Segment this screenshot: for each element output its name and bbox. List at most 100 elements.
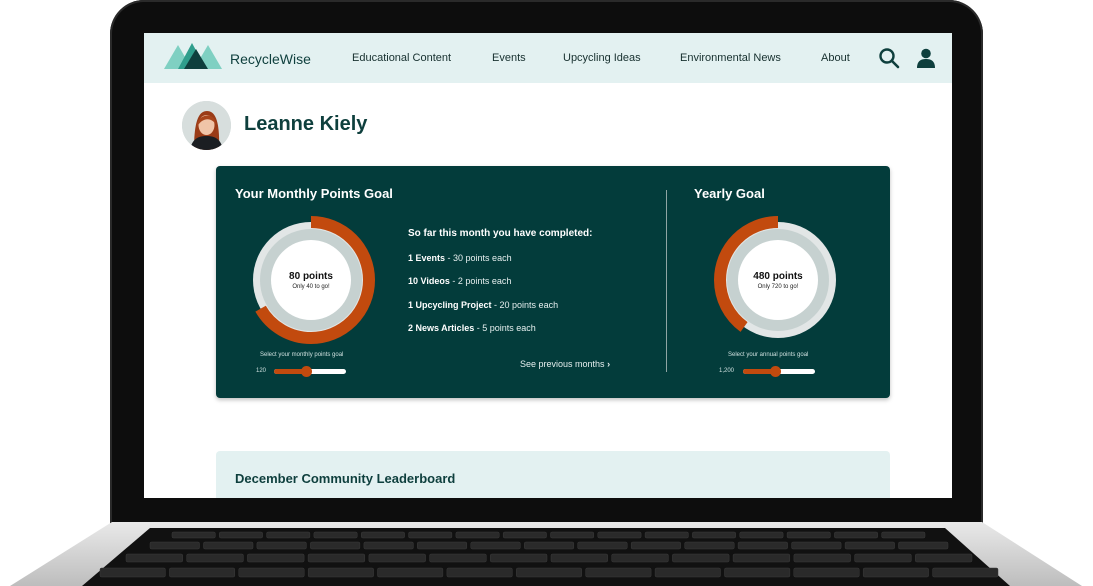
nav-environmental-news[interactable]: Environmental News [680, 52, 781, 64]
monthly-goal-slider[interactable] [274, 366, 346, 377]
keyboard-key [307, 567, 374, 578]
keyboard-key [739, 531, 784, 539]
avatar[interactable] [182, 101, 231, 150]
keyboard-key [834, 531, 878, 539]
panel-divider [666, 190, 667, 372]
keyboard-key [684, 541, 735, 550]
activity-detail: - 5 points each [474, 323, 536, 333]
activity-name: 2 News Articles [408, 323, 475, 333]
keyboard-key [524, 541, 575, 550]
keyboard-key [898, 541, 949, 550]
keyboard-key [203, 541, 254, 550]
keyboard-key [238, 567, 305, 578]
leaderboard-title: December Community Leaderboard [235, 471, 456, 486]
keyboard-key [724, 567, 791, 578]
keyboard-key [915, 553, 973, 563]
nav-upcycling-ideas[interactable]: Upcycling Ideas [563, 52, 641, 64]
laptop-screen: RecycleWise Educational Content Events U… [144, 33, 952, 498]
keyboard-key [516, 567, 582, 578]
see-previous-months-link[interactable]: See previous months › [520, 359, 610, 369]
search-icon[interactable] [878, 47, 900, 69]
activity-name: 1 Upcycling Project [408, 300, 492, 310]
keyboard-key [550, 531, 595, 539]
keyboard-key [577, 541, 628, 550]
keyboard-key [854, 553, 912, 563]
keyboard-key [630, 541, 681, 550]
keyboard-key [585, 567, 652, 578]
keyboard-key [186, 553, 244, 563]
activity-detail: - 20 points each [491, 300, 559, 310]
monthly-slider-thumb[interactable] [300, 366, 312, 377]
completed-title: So far this month you have completed: [408, 228, 593, 239]
activity-item: 1 Events - 30 points each [408, 253, 512, 263]
keyboard-key [169, 567, 236, 578]
keyboard-key [256, 541, 307, 550]
nav-educational-content[interactable]: Educational Content [352, 52, 451, 64]
keyboard-key [313, 531, 358, 539]
keyboard-key [654, 567, 721, 578]
user-icon[interactable] [915, 47, 937, 69]
keyboard-key [417, 541, 468, 550]
keyboard-key [597, 531, 642, 539]
keyboard-key [844, 541, 895, 550]
keyboard-key [862, 567, 929, 578]
brand-name[interactable]: RecycleWise [230, 51, 311, 67]
keyboard-key [932, 567, 999, 578]
previous-months-label: See previous months [520, 359, 605, 369]
keyboard-key [455, 531, 500, 539]
yearly-ring-label: 480 points Only 720 to go! [713, 215, 843, 345]
keyboard-key [219, 531, 263, 539]
keyboard-key [550, 553, 608, 563]
chevron-right-icon: › [607, 359, 611, 369]
laptop-keyboard [0, 522, 1093, 586]
yearly-slider-thumb[interactable] [769, 366, 781, 377]
keyboard-key [692, 531, 736, 539]
yearly-goal-title: Yearly Goal [694, 186, 765, 201]
keyboard-key [791, 541, 842, 550]
keyboard-key [363, 541, 414, 550]
keyboard-key [266, 531, 311, 539]
keyboard-key [672, 553, 730, 563]
monthly-points: 80 points [289, 270, 333, 282]
keyboard-key [793, 567, 860, 578]
activity-detail: - 2 points each [449, 276, 512, 286]
monthly-ring-label: 80 points Only 40 to go! [246, 215, 376, 345]
keyboard-key [310, 541, 361, 550]
activity-detail: - 30 points each [445, 253, 512, 263]
activity-item: 2 News Articles - 5 points each [408, 323, 536, 333]
keyboard-key [99, 567, 166, 578]
yearly-remaining: Only 720 to go! [757, 283, 799, 290]
monthly-goal-title: Your Monthly Points Goal [235, 186, 393, 201]
keyboard-key [247, 553, 305, 563]
keyboard-key [377, 567, 444, 578]
keyboard-key [171, 531, 216, 539]
keyboard-key [881, 531, 926, 539]
keyboard-key [429, 553, 487, 563]
top-navbar: RecycleWise Educational Content Events U… [144, 33, 952, 83]
keyboard-key [793, 553, 851, 563]
activity-item: 1 Upcycling Project - 20 points each [408, 300, 558, 310]
keyboard-key [368, 553, 426, 563]
keyboard-key [149, 541, 200, 550]
keyboard-key [361, 531, 405, 539]
monthly-slider-value: 120 [256, 368, 267, 374]
keyboard-key [125, 553, 183, 563]
keyboard-key [502, 531, 547, 539]
nav-about[interactable]: About [821, 52, 850, 64]
yearly-goal-slider[interactable] [743, 366, 815, 377]
yearly-points: 480 points [753, 270, 803, 282]
keyboard-key [611, 553, 669, 563]
keyboard-key [490, 553, 548, 563]
nav-events[interactable]: Events [492, 52, 526, 64]
keyboard-key [446, 567, 513, 578]
yearly-slider-label: Select your annual points goal [728, 352, 809, 358]
keyboard-key [737, 541, 788, 550]
yearly-slider-value: 1,200 [719, 368, 735, 374]
keyboard-key [732, 553, 791, 563]
keyboard-key [408, 531, 453, 539]
recyclewise-logo-icon[interactable] [164, 41, 226, 69]
monthly-slider-label: Select your monthly points goal [260, 352, 344, 358]
keyboard-key [470, 541, 521, 550]
leaderboard-section: December Community Leaderboard [216, 451, 890, 498]
activity-name: 10 Videos [408, 276, 450, 286]
